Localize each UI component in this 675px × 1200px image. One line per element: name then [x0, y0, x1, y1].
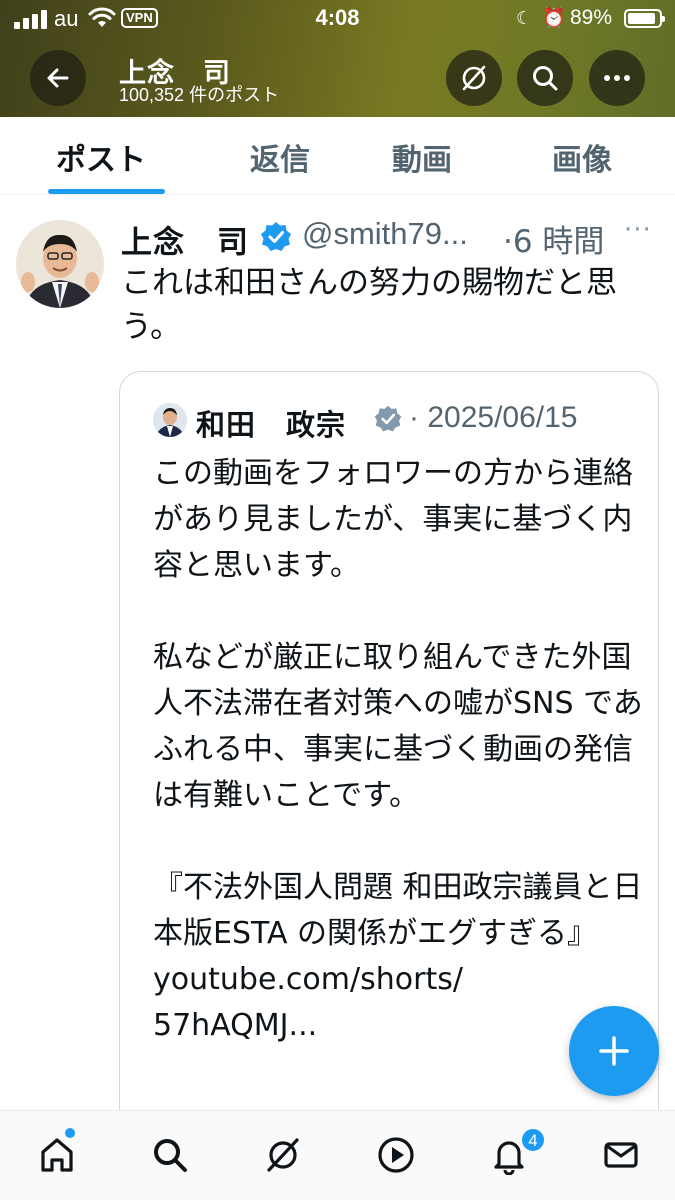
home-icon	[41, 1138, 73, 1172]
grok-button[interactable]	[446, 50, 502, 106]
grok-icon	[462, 65, 486, 91]
author-handle[interactable]: @smith79...	[302, 216, 468, 252]
post-text: これは和田さんの努力の賜物だと思う。	[121, 265, 617, 345]
post-more-icon[interactable]: ···	[624, 215, 652, 245]
tab-videos[interactable]: 動画	[392, 135, 452, 179]
notifications-badge: 4	[520, 1127, 546, 1153]
quoted-author-name: 和田 政宗	[196, 408, 347, 442]
more-button[interactable]	[589, 50, 645, 106]
verified-badge-icon	[373, 404, 403, 438]
search-icon	[154, 1139, 187, 1172]
battery-fill	[628, 13, 655, 24]
alarm-icon: ⏰	[542, 8, 566, 29]
play-icon	[378, 1137, 414, 1173]
nav-video[interactable]	[374, 1133, 418, 1177]
bottom-nav: 4	[0, 1110, 675, 1200]
tab-replies[interactable]: 返信	[250, 135, 310, 179]
quoted-avatar	[153, 403, 187, 437]
quoted-date: · 2025/06/15	[409, 401, 578, 434]
nav-grok[interactable]	[261, 1133, 305, 1177]
moon-icon: ☾	[516, 8, 533, 28]
more-icon	[604, 75, 630, 81]
post[interactable]: 上念 司 @smith79... ·6 時間 ··· これは和田さんの努力の賜物…	[0, 195, 675, 1110]
tab-posts[interactable]: ポスト	[56, 135, 146, 179]
verified-badge-icon	[259, 220, 293, 258]
compose-button[interactable]	[569, 1006, 659, 1096]
author-name[interactable]: 上念 司	[121, 217, 249, 262]
search-icon	[533, 66, 558, 91]
tab-images[interactable]: 画像	[552, 135, 612, 179]
post-time: ·6 時間	[503, 216, 604, 261]
active-tab-indicator	[48, 189, 165, 194]
battery-icon	[624, 9, 665, 28]
home-notification-dot	[65, 1128, 75, 1138]
grok-icon	[267, 1138, 299, 1172]
search-button[interactable]	[517, 50, 573, 106]
separator: ·	[503, 224, 513, 260]
plus-icon	[599, 1036, 629, 1066]
status-bar: au VPN 4:08 ☾ ⏰ 89%	[0, 0, 675, 38]
mail-icon	[604, 1142, 638, 1168]
battery-percent: 89%	[570, 6, 613, 29]
back-arrow-icon	[47, 68, 69, 88]
nav-messages[interactable]	[599, 1133, 643, 1177]
quoted-post[interactable]: 和田 政宗 · 2025/06/15 この動画をフォロワーの方から連絡があり見ま…	[119, 371, 659, 1110]
avatar[interactable]	[16, 220, 104, 308]
profile-tabs: ポスト 返信 動画 画像	[0, 117, 675, 195]
quoted-text: この動画をフォロワーの方から連絡があり見ましたが、事実に基づく内容と思います。 …	[153, 456, 643, 1043]
post-count: 100,352 件のポスト	[119, 85, 280, 105]
nav-search[interactable]	[148, 1133, 192, 1177]
nav-home[interactable]	[35, 1133, 79, 1177]
back-button[interactable]	[30, 50, 86, 106]
post-time-text: 6 時間	[512, 224, 605, 260]
